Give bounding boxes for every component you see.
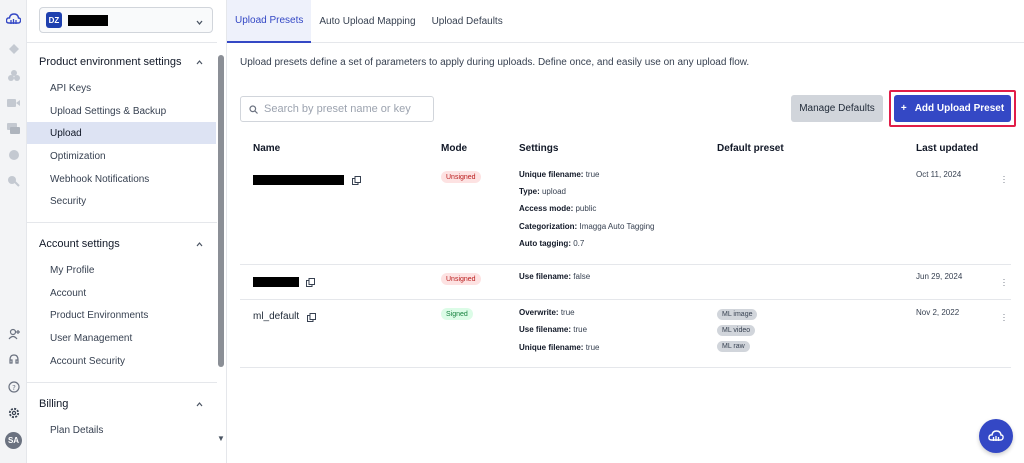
- support-icon[interactable]: [6, 352, 21, 367]
- settings-icon[interactable]: [6, 405, 21, 420]
- copy-icon[interactable]: [307, 313, 316, 322]
- setting-line: Auto tagging: 0.7: [519, 239, 585, 248]
- assets-icon[interactable]: [6, 67, 21, 82]
- row-divider: [240, 264, 1011, 265]
- add-upload-preset-label: Add Upload Preset: [914, 103, 1005, 114]
- tab-upload-presets[interactable]: Upload Presets: [227, 0, 312, 43]
- chat-icon[interactable]: [6, 121, 21, 136]
- section-account-settings[interactable]: Account settings: [39, 238, 204, 250]
- divider: [27, 382, 217, 383]
- section-title: Product environment settings: [39, 56, 182, 68]
- more-options-icon[interactable]: · · ·: [1001, 275, 1007, 290]
- setting-line: Access mode: public: [519, 204, 597, 213]
- preset-name-redacted: [253, 277, 299, 287]
- tab-upload-defaults[interactable]: Upload Defaults: [424, 0, 511, 43]
- setting-line: Overwrite: true: [519, 308, 575, 317]
- setting-line: Unique filename: true: [519, 170, 600, 179]
- add-user-icon[interactable]: [6, 326, 21, 341]
- row-divider: [240, 299, 1011, 300]
- globe-icon[interactable]: [6, 147, 21, 162]
- mode-badge: Unsigned: [441, 273, 481, 285]
- sidebar-item-account-security[interactable]: Account Security: [27, 350, 216, 372]
- manage-defaults-button[interactable]: Manage Defaults: [791, 95, 883, 122]
- mode-badge: Unsigned: [441, 171, 481, 183]
- default-preset-tag: ML image: [717, 309, 758, 320]
- column-header-default-preset[interactable]: Default preset: [717, 143, 784, 154]
- preset-name-redacted: [253, 175, 344, 185]
- sidebar-item-security[interactable]: Security: [27, 190, 216, 212]
- sidebar-item-api-keys[interactable]: API Keys: [27, 77, 216, 99]
- intro-text: Upload presets define a set of parameter…: [240, 57, 750, 68]
- plus-icon: +: [900, 103, 907, 114]
- row-divider: [240, 367, 1011, 368]
- floating-help-button[interactable]: [979, 419, 1013, 453]
- section-billing[interactable]: Billing: [39, 398, 204, 410]
- default-preset-tag: ML video: [717, 325, 756, 336]
- scroll-down-arrow-icon[interactable]: ▼: [217, 434, 225, 443]
- last-updated-date: Oct 11, 2024: [916, 170, 962, 179]
- section-product-environment-settings[interactable]: Product environment settings: [39, 56, 204, 68]
- column-header-last-updated[interactable]: Last updated: [916, 143, 978, 154]
- search-placeholder: Search by preset name or key: [264, 103, 411, 115]
- svg-text:?: ?: [12, 384, 16, 392]
- last-updated-date: Nov 2, 2022: [916, 308, 960, 317]
- sidebar-item-my-profile[interactable]: My Profile: [27, 259, 216, 281]
- setting-line: Unique filename: true: [519, 343, 600, 352]
- add-preset-highlight: + Add Upload Preset: [889, 90, 1016, 127]
- main-content: Upload Presets Auto Upload Mapping Uploa…: [227, 0, 1024, 463]
- sidebar-item-user-management[interactable]: User Management: [27, 327, 216, 349]
- help-icon[interactable]: ?: [6, 379, 21, 394]
- tab-auto-upload-mapping[interactable]: Auto Upload Mapping: [311, 0, 423, 43]
- section-title: Billing: [39, 398, 69, 410]
- column-header-name[interactable]: Name: [253, 143, 280, 154]
- avatar[interactable]: SA: [5, 432, 22, 449]
- settings-sidebar: DZ Product environment settings API Keys…: [27, 0, 227, 463]
- copy-icon[interactable]: [306, 278, 315, 287]
- last-updated-date: Jun 29, 2024: [916, 272, 963, 281]
- video-icon[interactable]: [6, 95, 21, 110]
- sidebar-item-account[interactable]: Account: [27, 282, 216, 304]
- sidebar-item-plan-details[interactable]: Plan Details: [27, 419, 216, 441]
- add-upload-preset-button[interactable]: + Add Upload Preset: [894, 95, 1011, 122]
- sidebar-item-optimization[interactable]: Optimization: [27, 145, 216, 167]
- mode-badge: Signed: [441, 308, 473, 320]
- search-input[interactable]: Search by preset name or key: [240, 96, 434, 122]
- chevron-up-icon: [196, 241, 203, 246]
- column-header-settings[interactable]: Settings: [519, 143, 558, 154]
- sidebar-item-upload[interactable]: Upload: [27, 122, 216, 144]
- preset-name: ml_default: [253, 311, 300, 322]
- setting-line: Type: upload: [519, 187, 567, 196]
- sidebar-item-product-environments[interactable]: Product Environments: [27, 304, 216, 326]
- chevron-down-icon: [195, 14, 204, 32]
- setting-line: Use filename: false: [519, 272, 591, 281]
- tab-bar: Upload Presets Auto Upload Mapping Uploa…: [227, 0, 1024, 43]
- environment-selector[interactable]: DZ: [39, 7, 213, 33]
- chevron-up-icon: [196, 401, 203, 406]
- column-header-mode[interactable]: Mode: [441, 143, 467, 154]
- cloud-logo-icon[interactable]: [6, 11, 21, 26]
- more-options-icon[interactable]: · · ·: [1001, 172, 1007, 187]
- setting-line: Use filename: true: [519, 325, 588, 334]
- copy-icon[interactable]: [352, 176, 361, 185]
- integrations-icon[interactable]: [6, 173, 21, 188]
- environment-name-redacted: [68, 15, 108, 26]
- chevron-up-icon: [196, 59, 203, 64]
- environment-badge: DZ: [46, 12, 62, 28]
- sidebar-item-upload-settings-backup[interactable]: Upload Settings & Backup: [27, 100, 216, 122]
- search-icon: [249, 104, 258, 114]
- more-options-icon[interactable]: · · ·: [1001, 310, 1007, 325]
- sidebar-scrollbar[interactable]: [218, 55, 224, 367]
- sidebar-item-webhook-notifications[interactable]: Webhook Notifications: [27, 168, 216, 190]
- section-title: Account settings: [39, 238, 120, 250]
- setting-line: Categorization: Imagga Auto Tagging: [519, 222, 655, 231]
- icon-rail: ? SA: [0, 0, 27, 463]
- divider: [27, 42, 217, 43]
- media-icon[interactable]: [6, 41, 21, 56]
- divider: [27, 222, 217, 223]
- default-preset-tag: ML raw: [717, 341, 750, 352]
- cloud-logo-icon: [988, 430, 1004, 441]
